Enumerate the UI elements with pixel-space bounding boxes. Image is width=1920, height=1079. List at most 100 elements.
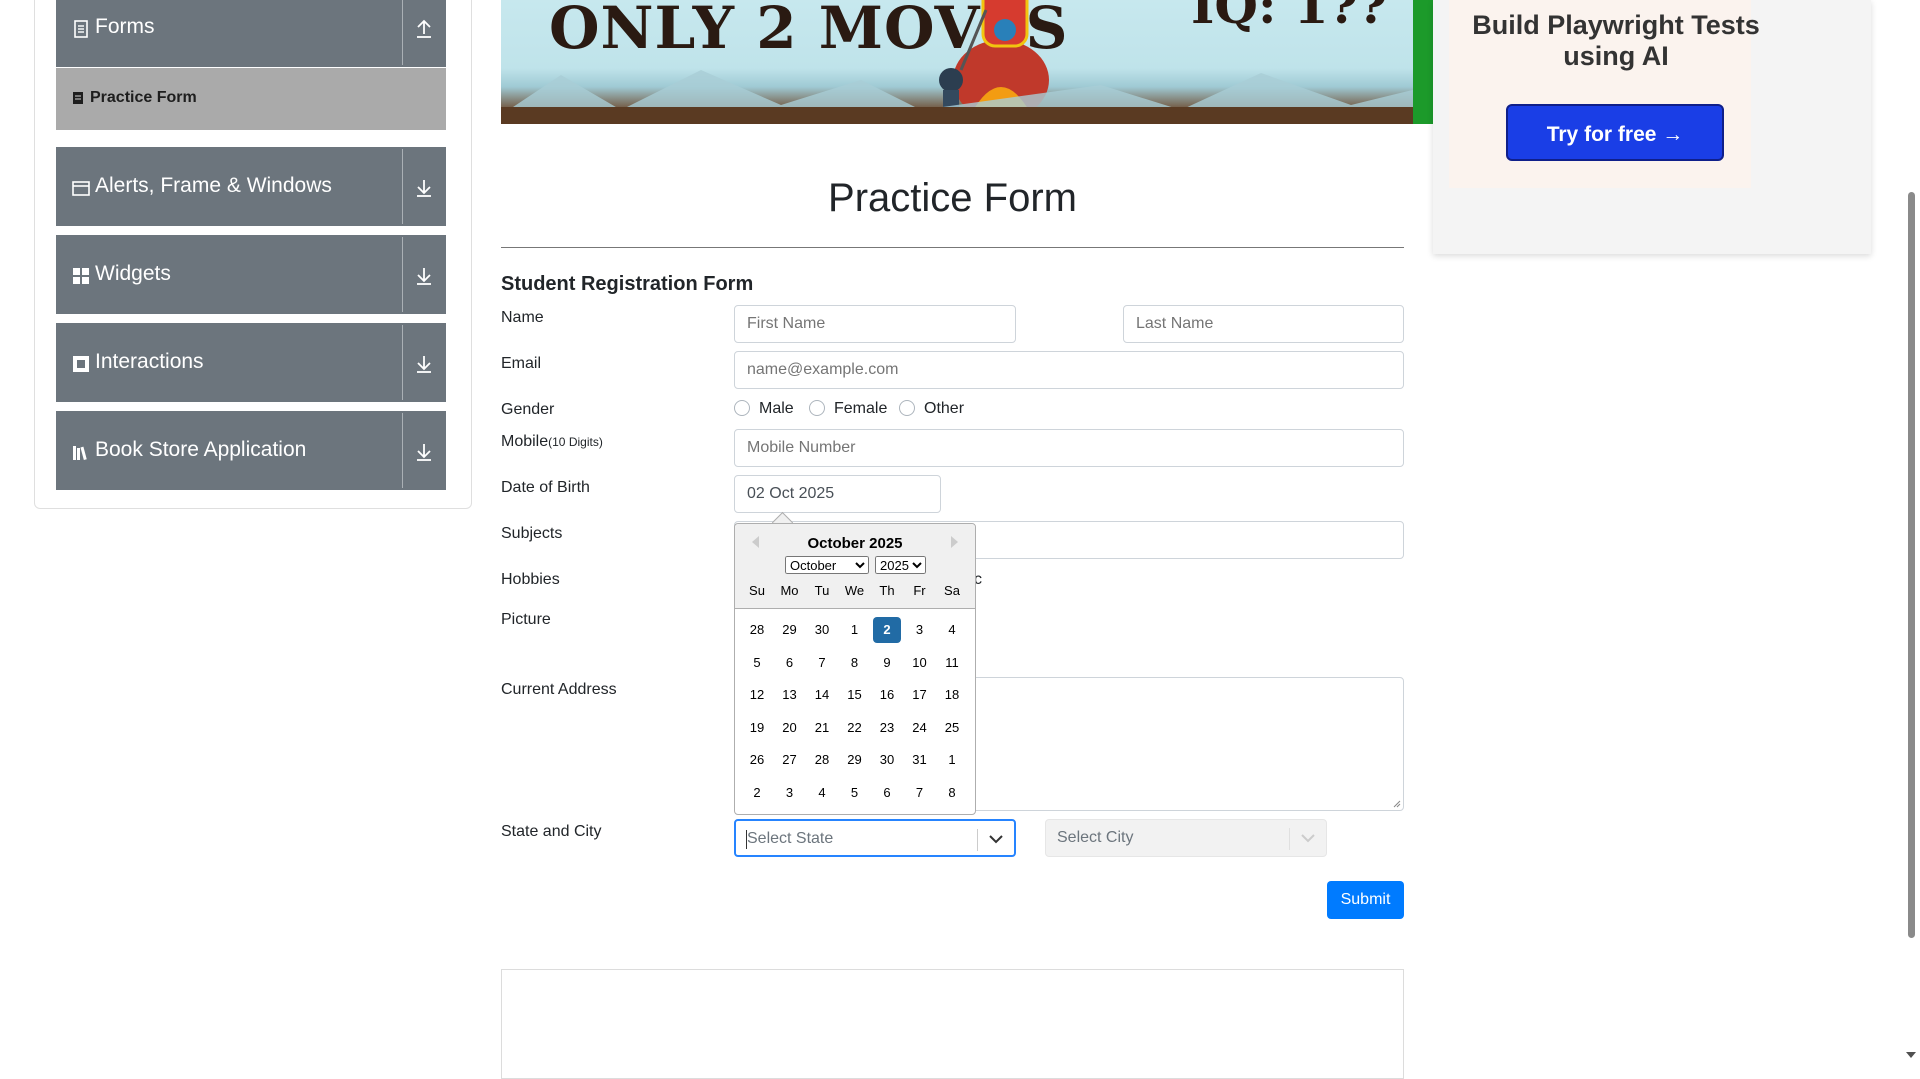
divider — [501, 247, 1404, 248]
email-input[interactable] — [734, 351, 1404, 389]
calendar-day[interactable]: 13 — [776, 682, 804, 708]
form-icon — [73, 92, 83, 104]
calendar-day[interactable]: 30 — [808, 617, 836, 643]
calendar-day[interactable]: 19 — [743, 715, 771, 741]
city-placeholder: Select City — [1057, 829, 1134, 846]
datepicker-month-title: October 2025 — [807, 535, 903, 552]
calendar-day[interactable]: 12 — [743, 682, 771, 708]
calendar-day[interactable]: 27 — [776, 747, 804, 773]
divider — [402, 0, 403, 65]
game-banner-ad[interactable]: ONLY 2 MOVES IQ: 1?? — [501, 0, 1433, 124]
interactions-icon — [73, 356, 89, 372]
gender-radio-other[interactable]: Other — [899, 400, 964, 420]
datepicker-popup: October 2025 October 2025 Su Mo Tu We Th Fr Sa… — [734, 523, 976, 815]
selected-day[interactable]: 2 — [873, 617, 901, 643]
calendar-day[interactable]: 1 — [938, 747, 966, 773]
sidebar-group-alerts[interactable]: Alerts, Frame & Windows — [56, 147, 446, 226]
resize-handle-icon[interactable] — [1393, 800, 1401, 808]
calendar-day[interactable]: 3 — [776, 780, 804, 806]
calendar-day[interactable]: 4 — [938, 617, 966, 643]
calendar-day[interactable]: 7 — [906, 780, 934, 806]
sidebar-item-label: Practice Form — [90, 89, 197, 106]
calendar-day[interactable]: 23 — [873, 715, 901, 741]
gender-radio-female[interactable]: Female — [809, 400, 887, 420]
calendar-day[interactable]: 29 — [776, 617, 804, 643]
radio-circle[interactable] — [809, 400, 825, 416]
scrollbar-thumb[interactable] — [1908, 192, 1915, 938]
calendar-day[interactable]: 16 — [873, 682, 901, 708]
calendar-day[interactable]: 5 — [841, 780, 869, 806]
calendar-day[interactable]: 31 — [906, 747, 934, 773]
calendar-day[interactable]: 17 — [906, 682, 934, 708]
calendar-day[interactable]: 30 — [873, 747, 901, 773]
sidebar-group-interactions[interactable]: Interactions — [56, 323, 446, 402]
playwright-ad[interactable]: Build Playwright Tests using AI Try for … — [1433, 0, 1871, 254]
calendar-day[interactable]: 6 — [873, 780, 901, 806]
submit-button[interactable]: Submit — [1327, 881, 1404, 919]
state-city-label: State and City — [501, 823, 602, 840]
radio-circle[interactable] — [899, 400, 915, 416]
calendar-day[interactable]: 15 — [841, 682, 869, 708]
calendar-day[interactable]: 3 — [906, 617, 934, 643]
month-select[interactable]: October — [785, 556, 869, 574]
try-for-free-button[interactable]: Try for free → — [1506, 104, 1724, 161]
calendar-day[interactable]: 22 — [841, 715, 869, 741]
chevron-down-icon[interactable] — [986, 829, 1006, 849]
radio-label: Female — [834, 400, 888, 417]
calendar-day[interactable]: 21 — [808, 715, 836, 741]
collapse-up-icon[interactable] — [412, 17, 436, 41]
year-select[interactable]: 2025 — [875, 556, 926, 574]
calendar-day[interactable]: 7 — [808, 650, 836, 676]
sidebar-group-label: Widgets — [95, 262, 171, 285]
sidebar-group-label: Forms — [95, 15, 155, 38]
gender-radio-male[interactable]: Male — [734, 400, 794, 420]
calendar-day[interactable]: 8 — [841, 650, 869, 676]
radio-circle[interactable] — [734, 400, 750, 416]
sidebar-group-widgets[interactable]: Widgets — [56, 235, 446, 314]
calendar-day[interactable]: 1 — [841, 617, 869, 643]
expand-down-icon[interactable] — [412, 264, 436, 288]
calendar-day[interactable]: 18 — [938, 682, 966, 708]
calendar-day[interactable]: 20 — [776, 715, 804, 741]
calendar-day[interactable]: 6 — [776, 650, 804, 676]
expand-down-icon[interactable] — [412, 440, 436, 464]
calendar-day[interactable]: 25 — [938, 715, 966, 741]
calendar-day[interactable]: 2 — [743, 780, 771, 806]
calendar-day[interactable]: 24 — [906, 715, 934, 741]
sidebar-group-forms[interactable]: Forms — [56, 0, 446, 67]
calendar-day[interactable]: 29 — [841, 747, 869, 773]
form-title: Student Registration Form — [501, 273, 754, 295]
sidebar-item-practice-form[interactable]: Practice Form — [56, 68, 446, 130]
sidebar-group-label: Alerts, Frame & Windows — [95, 174, 332, 197]
day-name: Sa — [944, 583, 960, 598]
date-of-birth-input[interactable]: 02 Oct 2025 — [734, 475, 941, 513]
calendar-day[interactable]: 14 — [808, 682, 836, 708]
divider — [402, 237, 403, 312]
calendar-day[interactable]: 4 — [808, 780, 836, 806]
document-icon — [74, 20, 88, 38]
scroll-down-icon[interactable] — [1906, 1052, 1916, 1058]
divider — [402, 325, 403, 400]
chevron-down-icon[interactable] — [1298, 828, 1318, 848]
calendar-day[interactable]: 11 — [938, 650, 966, 676]
expand-down-icon[interactable] — [412, 352, 436, 376]
mobile-number-input[interactable] — [734, 429, 1404, 467]
calendar-day[interactable]: 28 — [808, 747, 836, 773]
email-label: Email — [501, 355, 542, 372]
bottom-ad-container — [501, 969, 1404, 1079]
last-name-input[interactable] — [1123, 305, 1404, 343]
expand-down-icon[interactable] — [412, 176, 436, 200]
calendar-day[interactable]: 10 — [906, 650, 934, 676]
calendar-day[interactable]: 28 — [743, 617, 771, 643]
calendar-day[interactable]: 9 — [873, 650, 901, 676]
day-name: Fr — [913, 583, 926, 598]
first-name-input[interactable] — [734, 305, 1016, 343]
calendar-day[interactable]: 8 — [938, 780, 966, 806]
calendar-day[interactable]: 5 — [743, 650, 771, 676]
mobile-label: Mobile(10 Digits) — [501, 433, 603, 451]
state-select[interactable]: Select State — [734, 819, 1016, 857]
sidebar-group-book-store[interactable]: Book Store Application — [56, 411, 446, 490]
window-icon — [72, 181, 90, 196]
calendar-day[interactable]: 26 — [743, 747, 771, 773]
city-select[interactable]: Select City — [1045, 819, 1327, 857]
